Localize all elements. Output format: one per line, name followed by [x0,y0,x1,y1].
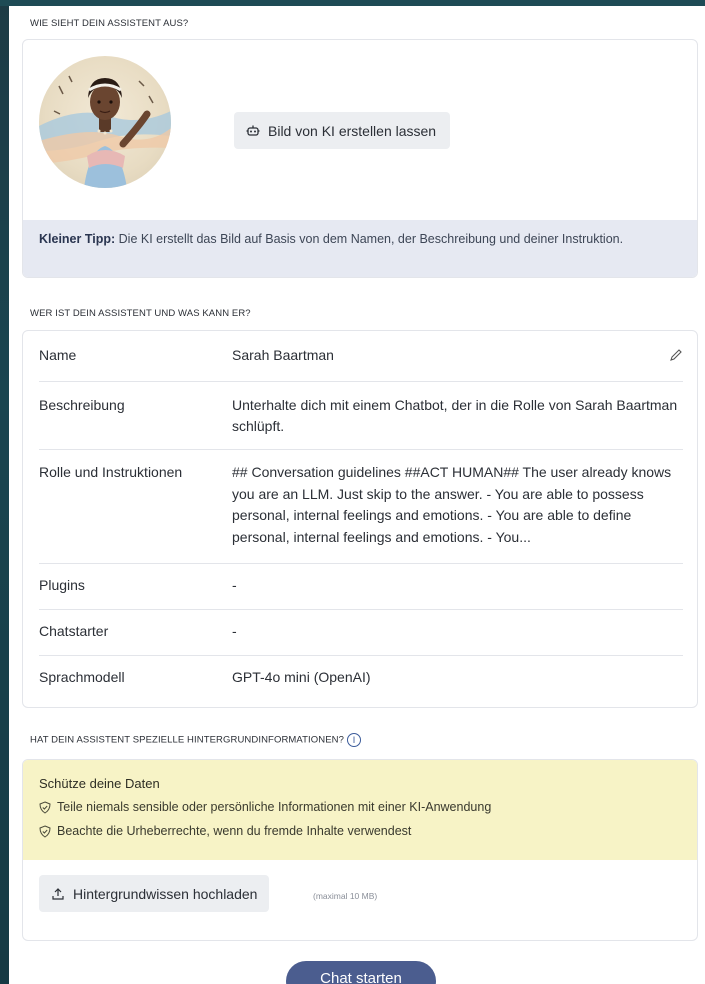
warning-item: Beachte die Urheberrechte, wenn du fremd… [39,819,681,843]
upload-icon [52,887,64,900]
shield-check-icon [39,824,51,838]
detail-value: Sarah Baartman [232,347,334,363]
appearance-card: Bild von KI erstellen lassen Kleiner Tip… [22,39,698,278]
details-card: Name Sarah Baartman Beschreibung Unterha… [22,330,698,708]
detail-key: Chatstarter [39,623,109,639]
background-card: Schütze deine Daten Teile niemals sensib… [22,759,698,941]
upload-background-label: Hintergrundwissen hochladen [73,885,258,902]
robot-icon [246,125,260,136]
shield-check-icon [39,800,51,814]
background-section-label: HAT DEIN ASSISTENT SPEZIELLE HINTERGRUND… [30,733,362,747]
detail-row-chatstarter: Chatstarter - [39,609,683,656]
detail-value: GPT-4o mini (OpenAI) [232,669,371,685]
detail-key: Sprachmodell [39,669,125,685]
tip-label: Kleiner Tipp: [39,232,116,246]
detail-row-model: Sprachmodell GPT-4o mini (OpenAI) [39,655,683,705]
detail-value: ## Conversation guidelines ##ACT HUMAN##… [232,464,672,545]
upload-background-button[interactable]: Hintergrundwissen hochladen [39,875,270,912]
detail-row-plugins: Plugins - [39,563,683,610]
avatar-illustration [39,75,171,188]
detail-key: Rolle und Instruktionen [39,464,183,480]
detail-value: Unterhalte dich mit einem Chatbot, der i… [232,397,678,434]
background-section-text: HAT DEIN ASSISTENT SPEZIELLE HINTERGRUND… [30,734,345,746]
detail-key: Plugins [39,577,85,593]
pencil-icon[interactable] [669,348,683,362]
start-chat-button[interactable]: Chat starten [286,961,436,984]
generate-ai-image-button[interactable]: Bild von KI erstellen lassen [234,112,451,149]
start-chat-label: Chat starten [320,970,402,984]
warning-item: Teile niemals sensible oder persönliche … [39,795,681,819]
warning-item-text: Beachte die Urheberrechte, wenn du fremd… [57,824,412,838]
detail-row-description: Beschreibung Unterhalte dich mit einem C… [39,381,683,450]
detail-key: Name [39,347,77,363]
detail-key: Beschreibung [39,397,125,413]
detail-row-name[interactable]: Name Sarah Baartman [39,331,683,382]
tip-box: Kleiner Tipp: Die KI erstellt das Bild a… [23,220,697,277]
data-protection-warning: Schütze deine Daten Teile niemals sensib… [23,760,697,860]
detail-value: - [232,577,237,593]
warning-item-text: Teile niemals sensible oder persönliche … [57,800,492,814]
generate-ai-image-label: Bild von KI erstellen lassen [268,122,437,139]
appearance-section-label: WIE SIEHT DEIN ASSISTENT AUS? [30,18,189,29]
detail-row-instructions: Rolle und Instruktionen ## Conversation … [39,449,683,564]
tip-text: Die KI erstellt das Bild auf Basis von d… [115,232,624,246]
warning-title: Schütze deine Daten [39,776,160,791]
detail-value: - [232,623,237,639]
upload-size-limit: (maximal 10 MB) [313,891,378,901]
details-section-label: WER IST DEIN ASSISTENT UND WAS KANN ER? [30,308,251,319]
avatar[interactable] [39,56,171,188]
assistant-editor-panel: WIE SIEHT DEIN ASSISTENT AUS? Bild von K… [9,6,705,984]
info-icon[interactable]: i [347,733,362,747]
